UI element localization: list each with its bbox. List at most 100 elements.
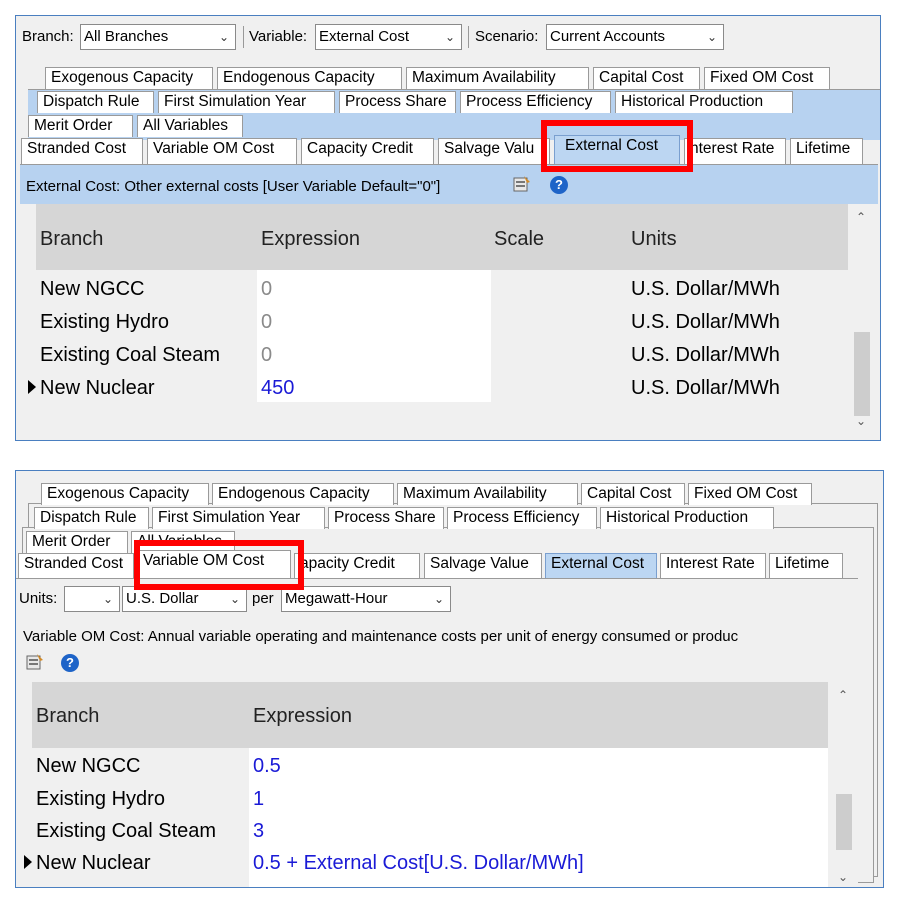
- branch-select-value: All Branches: [84, 28, 169, 45]
- tab-interest-rate[interactable]: nterest Rate: [684, 138, 786, 164]
- scroll-down-icon[interactable]: ⌄: [838, 870, 848, 884]
- scenario-select[interactable]: Current Accounts ⌄: [546, 24, 724, 50]
- help-icon[interactable]: ?: [61, 654, 79, 672]
- tab-salvage-value[interactable]: Salvage Valu: [438, 138, 550, 164]
- scrollbar-thumb[interactable]: [836, 794, 852, 850]
- units-label: Units:: [19, 590, 58, 607]
- variable-description: Variable OM Cost: Annual variable operat…: [23, 628, 739, 645]
- data-grid: Branch Expression Scale Units New NGCC 0…: [20, 204, 878, 434]
- scenario-select-value: Current Accounts: [550, 28, 666, 45]
- currency-select[interactable]: U.S. Dollar ⌄: [122, 586, 247, 612]
- scroll-down-icon[interactable]: ⌄: [856, 414, 866, 428]
- scroll-up-icon[interactable]: ⌃: [838, 688, 848, 702]
- tab-salvage-value[interactable]: Salvage Value: [424, 553, 542, 579]
- row-expression[interactable]: 0: [261, 278, 272, 301]
- per-unit-value: Megawatt-Hour: [285, 590, 388, 607]
- tab-all-variables[interactable]: All Variables: [137, 115, 243, 137]
- tab-exogenous-capacity[interactable]: Exogenous Capacity: [41, 483, 209, 505]
- row-branch: New Nuclear: [36, 852, 151, 874]
- row-branch: Existing Hydro: [40, 311, 169, 333]
- tab-interest-rate[interactable]: Interest Rate: [660, 553, 766, 579]
- tab-maximum-availability[interactable]: Maximum Availability: [406, 67, 589, 89]
- scrollbar-thumb[interactable]: [854, 332, 870, 416]
- tab-merit-order[interactable]: Merit Order: [28, 115, 133, 137]
- row-units: U.S. Dollar/MWh: [631, 344, 780, 366]
- tab-capital-cost[interactable]: Capital Cost: [593, 67, 700, 89]
- description-bar: External Cost: Other external costs [Use…: [20, 164, 878, 205]
- variable-om-cost-panel: Exogenous Capacity Endogenous Capacity M…: [15, 470, 884, 888]
- tab-variable-om-cost[interactable]: Variable OM Cost: [147, 138, 297, 164]
- tab-fixed-om-cost[interactable]: Fixed OM Cost: [704, 67, 830, 89]
- row-expression[interactable]: 0.5 + External Cost[U.S. Dollar/MWh]: [253, 852, 584, 875]
- tab-endogenous-capacity[interactable]: Endogenous Capacity: [212, 483, 394, 505]
- tab-external-cost[interactable]: External Cost: [545, 553, 657, 579]
- chevron-down-icon: ⌄: [706, 30, 717, 44]
- chevron-down-icon: ⌄: [444, 30, 455, 44]
- row-expression[interactable]: 1: [253, 788, 264, 811]
- tab-exogenous-capacity[interactable]: Exogenous Capacity: [45, 67, 213, 89]
- per-label: per: [252, 590, 274, 607]
- tab-stranded-cost[interactable]: Stranded Cost: [21, 138, 143, 164]
- row-units: U.S. Dollar/MWh: [631, 377, 780, 399]
- column-header-branch[interactable]: Branch: [40, 228, 103, 251]
- notes-icon[interactable]: [25, 652, 45, 672]
- tab-dispatch-rule[interactable]: Dispatch Rule: [34, 507, 149, 529]
- tab-capacity-credit[interactable]: Capacity Credit: [301, 138, 434, 164]
- row-branch: New NGCC: [36, 755, 141, 777]
- grid-header: Branch Expression: [32, 682, 828, 748]
- per-unit-select[interactable]: Megawatt-Hour ⌄: [281, 586, 451, 612]
- grid-header: Branch Expression Scale Units: [36, 204, 848, 270]
- tab-process-share[interactable]: Process Share: [328, 507, 444, 529]
- row-pointer-icon: [24, 855, 32, 869]
- variable-select[interactable]: External Cost ⌄: [315, 24, 462, 50]
- tab-capital-cost[interactable]: Capital Cost: [581, 483, 685, 505]
- row-pointer-icon: [28, 380, 36, 394]
- chevron-down-icon: ⌄: [433, 592, 444, 606]
- vertical-scrollbar[interactable]: ⌃ ⌄: [850, 204, 874, 432]
- tab-dispatch-rule[interactable]: Dispatch Rule: [37, 91, 154, 113]
- row-expression[interactable]: 0.5: [253, 755, 281, 778]
- tab-merit-order[interactable]: Merit Order: [26, 531, 128, 553]
- tab-capacity-credit[interactable]: apacity Credit: [294, 553, 420, 579]
- toolbar-separator: [243, 26, 244, 48]
- row-expression[interactable]: 450: [261, 377, 294, 400]
- tab-maximum-availability[interactable]: Maximum Availability: [397, 483, 578, 505]
- tab-process-efficiency[interactable]: Process Efficiency: [447, 507, 597, 529]
- row-branch: New Nuclear: [40, 377, 155, 399]
- tab-external-cost[interactable]: External Cost: [554, 135, 680, 164]
- branch-label: Branch:: [22, 28, 74, 45]
- tab-endogenous-capacity[interactable]: Endogenous Capacity: [217, 67, 402, 89]
- row-expression[interactable]: 0: [261, 344, 272, 367]
- chevron-down-icon: ⌄: [229, 592, 240, 606]
- chevron-down-icon: ⌄: [218, 30, 229, 44]
- column-header-scale[interactable]: Scale: [494, 228, 544, 251]
- tab-first-simulation-year[interactable]: First Simulation Year: [152, 507, 325, 529]
- column-header-expression[interactable]: Expression: [261, 228, 360, 251]
- tab-fixed-om-cost[interactable]: Fixed OM Cost: [688, 483, 812, 505]
- tab-lifetime[interactable]: Lifetime: [769, 553, 843, 579]
- tab-lifetime[interactable]: Lifetime: [790, 138, 863, 164]
- branch-select[interactable]: All Branches ⌄: [80, 24, 236, 50]
- unit-prefix-select[interactable]: ⌄: [64, 586, 120, 612]
- currency-value: U.S. Dollar: [126, 590, 199, 607]
- row-expression[interactable]: 0: [261, 311, 272, 334]
- tab-first-simulation-year[interactable]: First Simulation Year: [158, 91, 335, 113]
- tab-stranded-cost[interactable]: Stranded Cost: [18, 553, 134, 579]
- vertical-scrollbar[interactable]: ⌃ ⌄: [832, 682, 856, 887]
- column-header-branch[interactable]: Branch: [36, 705, 99, 728]
- notes-icon[interactable]: [512, 174, 532, 194]
- tab-process-efficiency[interactable]: Process Efficiency: [460, 91, 611, 113]
- scenario-label: Scenario:: [475, 28, 539, 45]
- row-branch: Existing Coal Steam: [40, 344, 221, 366]
- column-header-units[interactable]: Units: [631, 228, 677, 251]
- column-header-expression[interactable]: Expression: [253, 705, 352, 728]
- tab-process-share[interactable]: Process Share: [339, 91, 456, 113]
- row-expression[interactable]: 3: [253, 820, 264, 843]
- tab-variable-om-cost[interactable]: Variable OM Cost: [137, 550, 291, 579]
- row-units: U.S. Dollar/MWh: [631, 278, 780, 300]
- tab-historical-production[interactable]: Historical Production: [600, 507, 774, 529]
- scroll-up-icon[interactable]: ⌃: [856, 210, 866, 224]
- tab-content: Units: ⌄ U.S. Dollar ⌄ per Megawatt-Hour…: [16, 578, 858, 887]
- tab-historical-production[interactable]: Historical Production: [615, 91, 793, 113]
- help-icon[interactable]: ?: [550, 176, 568, 194]
